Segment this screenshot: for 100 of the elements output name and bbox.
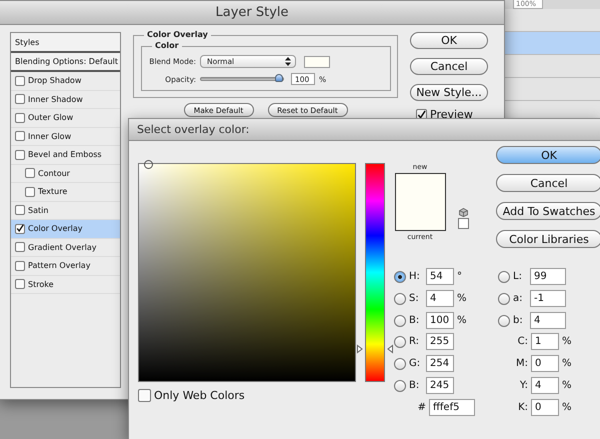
list-header: Styles (11, 33, 120, 53)
channel-label: L: (513, 271, 523, 282)
value-field[interactable]: 4 (530, 312, 566, 329)
color-field[interactable] (138, 163, 356, 382)
slider-thumb[interactable] (275, 74, 283, 82)
hue-slider[interactable] (356, 163, 394, 382)
radio-button[interactable] (394, 270, 406, 282)
value-field[interactable]: 100 (426, 312, 454, 329)
dialog-button[interactable]: New Style... (410, 84, 488, 101)
checkbox[interactable] (25, 186, 35, 197)
window-title: Layer Style (215, 5, 289, 20)
channel-label: # (416, 402, 426, 413)
radio-button[interactable] (394, 380, 406, 392)
channel-label: M: (515, 358, 528, 369)
style-label: Drop Shadow (28, 76, 82, 86)
channel-label: b: (513, 315, 524, 326)
channel-label: S: (409, 293, 420, 304)
color-swatch[interactable] (304, 56, 330, 68)
channel-label: R: (409, 336, 420, 347)
checkbox[interactable] (15, 76, 25, 86)
dialog-button[interactable]: Color Libraries (496, 230, 600, 248)
blending-options-item[interactable]: Blending Options: Default (11, 53, 120, 72)
channel-label: B: (409, 315, 420, 326)
style-list-item[interactable]: Contour (11, 164, 120, 183)
radio-button[interactable] (498, 292, 510, 304)
style-label: Inner Shadow (28, 94, 83, 104)
checkbox[interactable] (15, 94, 25, 104)
checkbox[interactable] (25, 168, 35, 178)
style-list-item[interactable]: Drop Shadow (11, 72, 120, 90)
value-field[interactable]: 0 (531, 355, 559, 372)
unit-label: % (562, 402, 572, 413)
checkbox[interactable] (15, 242, 25, 252)
value-field[interactable]: 1 (531, 333, 559, 350)
radio-button[interactable] (394, 292, 406, 304)
dialog-button[interactable]: OK (496, 146, 600, 164)
style-list-item[interactable]: Color Overlay (11, 220, 120, 238)
unit-label: % (562, 358, 572, 369)
value-field[interactable]: 0 (531, 399, 559, 416)
window-title: Select overlay color: (137, 123, 250, 136)
value-field[interactable]: 255 (426, 333, 454, 350)
hex-field[interactable]: fffef5 (429, 399, 475, 416)
channel-label: G: (409, 358, 422, 369)
radio-button[interactable] (394, 336, 406, 348)
style-label: Inner Glow (28, 132, 72, 141)
radio-button[interactable] (498, 270, 510, 282)
web-color-swatch[interactable] (458, 218, 468, 229)
style-list-item[interactable]: Texture (11, 183, 120, 202)
unit-label: ° (457, 271, 462, 282)
style-list-item[interactable]: Bevel and Emboss (11, 146, 120, 164)
color-marker[interactable] (144, 160, 153, 169)
style-label: Outer Glow (28, 113, 74, 122)
unit-label: % (457, 315, 467, 326)
group-title: Color Overlay (144, 30, 211, 40)
checkbox[interactable] (15, 224, 25, 234)
checkbox[interactable] (15, 205, 25, 216)
dialog-button[interactable]: Add To Swatches (496, 202, 600, 220)
color-preview (394, 173, 446, 231)
style-label: Contour (38, 168, 70, 178)
value-field[interactable]: 4 (531, 377, 559, 394)
checkbox[interactable] (15, 131, 25, 142)
value-field[interactable]: 254 (426, 355, 454, 372)
radio-button[interactable] (498, 314, 510, 326)
style-list-item[interactable]: Outer Glow (11, 109, 120, 128)
style-list-item[interactable]: Inner Shadow (11, 90, 120, 109)
checkbox[interactable] (15, 260, 25, 271)
slider-thumb[interactable] (357, 345, 393, 354)
style-label: Bevel and Emboss (28, 150, 102, 160)
unit-label: % (457, 293, 467, 304)
style-list-item[interactable]: Inner Glow (11, 128, 120, 146)
value-field[interactable]: 54 (426, 268, 454, 285)
style-list-item[interactable]: Stroke (11, 276, 120, 294)
unit-label: % (562, 336, 572, 347)
channel-label: K: (517, 402, 528, 413)
cube-icon[interactable] (458, 208, 468, 217)
checkbox-label: Preview (430, 108, 473, 121)
checkbox-label: Only Web Colors (154, 389, 245, 402)
radio-button[interactable] (394, 314, 406, 326)
checkbox[interactable] (15, 150, 25, 160)
value-field[interactable]: -1 (530, 290, 566, 307)
opacity-slider[interactable] (200, 77, 284, 81)
channel-label: a: (513, 293, 524, 304)
group-title: Color (152, 41, 182, 51)
style-list-item[interactable]: Gradient Overlay (11, 238, 120, 257)
checkbox[interactable] (138, 389, 151, 402)
channel-label: C: (516, 336, 528, 347)
channel-label: Y: (518, 380, 528, 391)
stepper-icon (285, 57, 291, 66)
style-list-item[interactable]: Pattern Overlay (11, 257, 120, 276)
checkbox[interactable] (15, 112, 25, 123)
value-field[interactable]: 99 (530, 268, 566, 285)
dialog-button[interactable]: OK (410, 32, 488, 49)
style-label: Satin (28, 206, 48, 215)
value-field[interactable]: 4 (426, 290, 454, 307)
value-field[interactable]: 245 (426, 377, 454, 394)
dialog-button[interactable]: Cancel (410, 58, 488, 75)
radio-button[interactable] (394, 358, 406, 370)
unit-label: % (562, 380, 572, 391)
channel-label: B: (409, 380, 420, 391)
dialog-button[interactable]: Cancel (496, 174, 600, 192)
checkbox[interactable] (15, 279, 25, 290)
